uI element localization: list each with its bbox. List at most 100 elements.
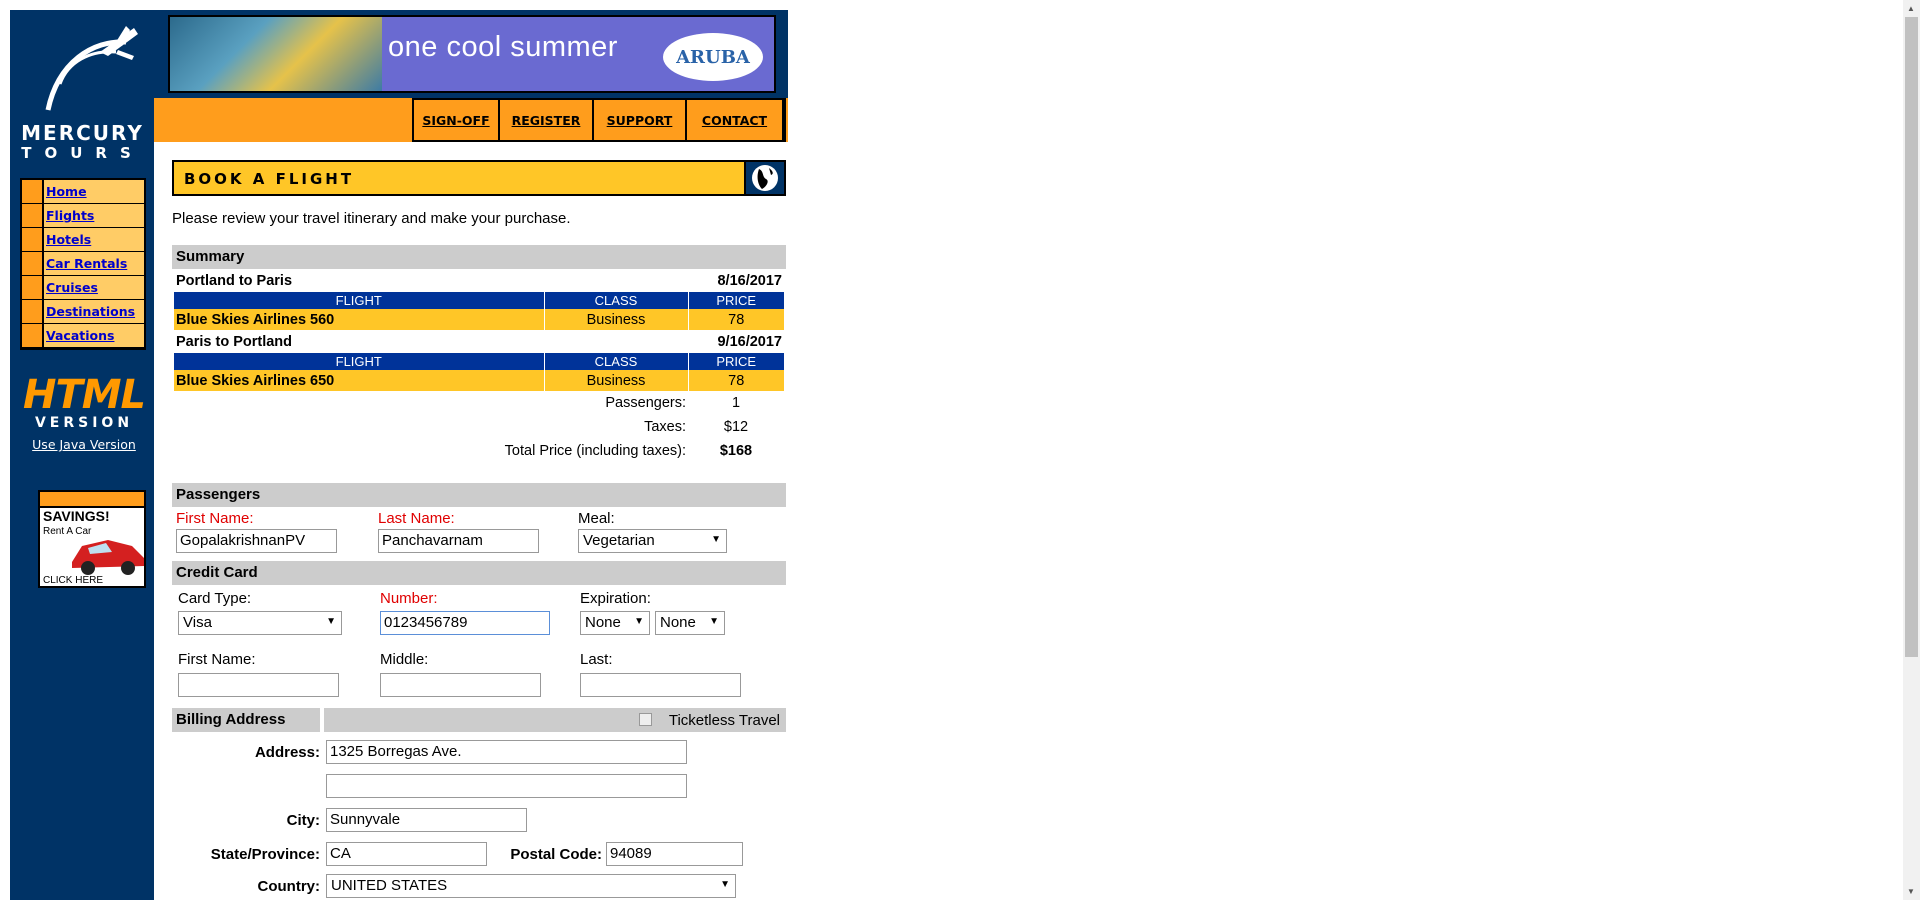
rent-a-car-ad[interactable]: SAVINGS! Rent A Car CLICK HERE — [38, 490, 146, 588]
leg1-flight: Blue Skies Airlines 560 — [174, 309, 544, 330]
globe-icon — [744, 162, 784, 194]
top-nav: SIGN-OFF REGISTER SUPPORT CONTACT — [154, 98, 788, 142]
passenger-first-name-label: First Name: — [176, 510, 254, 527]
sidebar: MERCURY TOURS Home Flights Hotels Car Re… — [10, 10, 154, 900]
scroll-down-icon[interactable]: ▼ — [1907, 887, 1915, 896]
passenger-last-name-field[interactable]: Panchavarnam — [378, 529, 539, 553]
postal-code-field[interactable]: 94089 — [606, 842, 743, 866]
cc-first-name-label: First Name: — [178, 651, 256, 668]
total-row: Total Price (including taxes): $168 — [174, 439, 784, 463]
address-label: Address: — [254, 744, 320, 761]
passenger-first-name-field[interactable]: GopalakrishnanPV — [176, 529, 337, 553]
meal-select[interactable]: Vegetarian ▼ — [578, 529, 727, 553]
sidebar-link-destinations[interactable]: Destinations — [44, 300, 144, 323]
summary-heading: Summary — [172, 245, 786, 269]
passenger-last-name-label: Last Name: — [378, 510, 455, 527]
ticketless-checkbox[interactable] — [639, 713, 652, 726]
leg2-class: Business — [543, 370, 688, 391]
scrollbar-thumb[interactable] — [1905, 17, 1918, 657]
sidebar-link-vacations[interactable]: Vacations — [44, 324, 144, 347]
leg1-route: Portland to Paris — [176, 272, 293, 289]
leg-route-row: Portland to Paris 8/16/2017 — [174, 269, 784, 292]
aruba-logo: ARUBA — [663, 33, 763, 81]
sidebar-nav: Home Flights Hotels Car Rentals Cruises … — [20, 178, 146, 350]
html-version-badge: HTML VERSION Use Java Version — [22, 375, 146, 452]
use-java-version-link[interactable]: Use Java Version — [22, 437, 146, 452]
dropdown-arrow-icon: ▼ — [720, 879, 730, 890]
banner-slogan: one cool summer — [388, 31, 618, 63]
sidebar-link-flights[interactable]: Flights — [44, 204, 144, 227]
support-link[interactable]: SUPPORT — [594, 100, 685, 140]
ticketless-label: Ticketless Travel — [668, 712, 780, 729]
cc-middle-name-label: Middle: — [380, 651, 429, 668]
expiration-label: Expiration: — [580, 590, 651, 607]
intro-text: Please review your travel itinerary and … — [172, 210, 571, 227]
state-label: State/Province: — [210, 846, 320, 863]
sidebar-item-home: Home — [22, 180, 144, 203]
table-header-row: FLIGHT CLASS PRICE — [174, 292, 784, 309]
sidebar-item-car-rentals: Car Rentals — [22, 252, 144, 275]
expiration-year-value: None — [660, 614, 696, 631]
taxes-label: Taxes: — [644, 419, 686, 435]
meal-select-value: Vegetarian — [583, 532, 655, 549]
sign-off-link[interactable]: SIGN-OFF — [414, 100, 498, 140]
meal-label: Meal: — [578, 510, 615, 527]
dropdown-arrow-icon: ▼ — [711, 534, 721, 545]
sidebar-item-destinations: Destinations — [22, 300, 144, 323]
col-flight: FLIGHT — [174, 353, 544, 370]
sidebar-link-car-rentals[interactable]: Car Rentals — [44, 252, 144, 275]
cc-last-name-field[interactable] — [580, 673, 741, 697]
cc-middle-name-field[interactable] — [380, 673, 541, 697]
dropdown-arrow-icon: ▼ — [326, 616, 336, 627]
sidebar-item-cruises: Cruises — [22, 276, 144, 299]
red-car-icon — [72, 540, 144, 575]
passengers-count-label: Passengers: — [605, 395, 686, 411]
page-scrollbar[interactable]: ▲ ▼ — [1903, 0, 1920, 900]
table-row: Blue Skies Airlines 560 Business 78 — [174, 309, 784, 330]
cc-first-name-field[interactable] — [178, 673, 339, 697]
header-banner: one cool summer ARUBA — [154, 10, 788, 98]
page-title-bar: BOOK A FLIGHT — [172, 160, 786, 196]
sidebar-link-hotels[interactable]: Hotels — [44, 228, 144, 251]
city-field[interactable]: Sunnyvale — [326, 808, 527, 832]
card-type-select[interactable]: Visa ▼ — [178, 611, 342, 635]
mercury-tours-logo[interactable]: MERCURY TOURS — [20, 22, 150, 164]
expiration-month-select[interactable]: None ▼ — [580, 611, 650, 635]
address-line2-field[interactable] — [326, 774, 687, 798]
passengers-count-value: 1 — [731, 395, 741, 411]
ad-title: SAVINGS! — [43, 508, 110, 524]
scroll-up-icon[interactable]: ▲ — [1907, 4, 1915, 13]
sidebar-link-home[interactable]: Home — [44, 180, 144, 203]
expiration-year-select[interactable]: None ▼ — [655, 611, 725, 635]
cc-last-name-label: Last: — [580, 651, 613, 668]
total-value: $168 — [719, 443, 753, 459]
sidebar-link-cruises[interactable]: Cruises — [44, 276, 144, 299]
country-select[interactable]: UNITED STATES ▼ — [326, 874, 736, 898]
aruba-logo-text: ARUBA — [676, 46, 750, 68]
logo-word-tours: TOURS — [21, 144, 144, 162]
leg2-price: 78 — [687, 370, 784, 391]
country-label: Country: — [257, 878, 321, 895]
contact-link[interactable]: CONTACT — [687, 100, 782, 140]
html-version-title: HTML — [22, 372, 146, 418]
city-label: City: — [286, 812, 320, 829]
main-content: BOOK A FLIGHT Please review your travel … — [172, 160, 786, 898]
leg-route-row: Paris to Portland 9/16/2017 — [174, 330, 784, 353]
html-version-subtitle: VERSION — [34, 415, 134, 431]
leg1-class: Business — [543, 309, 688, 330]
expiration-month-value: None — [585, 614, 621, 631]
aruba-ad-banner[interactable]: one cool summer ARUBA — [168, 15, 776, 93]
leg1-price: 78 — [687, 309, 784, 330]
table-row: Blue Skies Airlines 650 Business 78 — [174, 370, 784, 391]
logo-word-mercury: MERCURY — [21, 121, 144, 145]
state-field[interactable]: CA — [326, 842, 487, 866]
country-select-value: UNITED STATES — [331, 877, 448, 894]
register-link[interactable]: REGISTER — [500, 100, 592, 140]
airplane-logo-icon — [45, 26, 138, 111]
col-class: CLASS — [543, 353, 688, 370]
card-number-field[interactable]: 0123456789 — [380, 611, 550, 635]
col-price: PRICE — [687, 353, 784, 370]
passengers-heading: Passengers — [172, 483, 786, 507]
address-line1-field[interactable]: 1325 Borregas Ave. — [326, 740, 687, 764]
leg2-route: Paris to Portland — [176, 333, 293, 350]
